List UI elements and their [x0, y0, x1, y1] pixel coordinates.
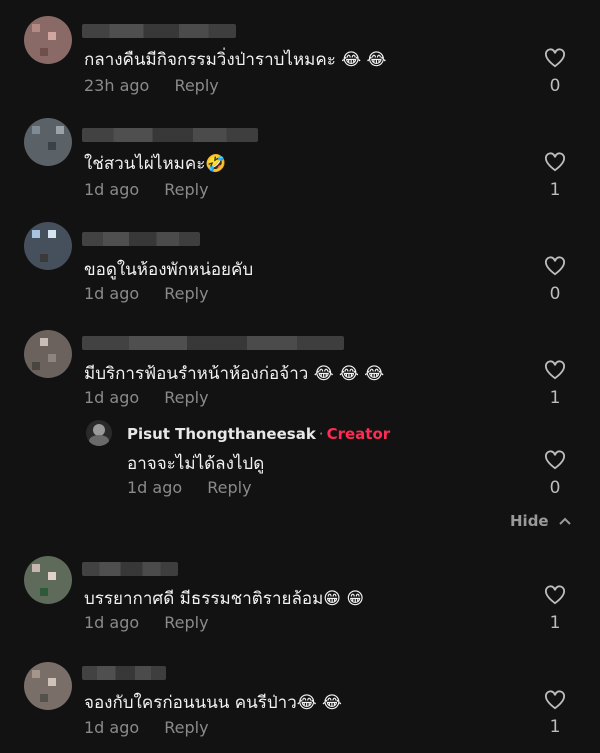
comment-text: ใช่สวนไผ่ไหมคะ🤣 — [84, 154, 227, 174]
reply-button[interactable]: Reply — [164, 613, 208, 632]
heart-outline-icon[interactable] — [544, 48, 566, 68]
avatar[interactable] — [24, 330, 72, 378]
like-count: 1 — [549, 180, 561, 200]
reply-text: อาจจะไม่ได้ลงไปดู — [127, 454, 265, 474]
heart-outline-icon[interactable] — [544, 450, 566, 470]
comment-timestamp: 1d ago — [84, 180, 140, 199]
comment-timestamp: 23h ago — [84, 76, 150, 95]
username-blurred[interactable] — [82, 24, 236, 38]
comment-text: กลางคืนมีกิจกรรมวิ่งป่าราบไหมคะ 😂 😂 — [84, 50, 387, 70]
comment-meta: 1d ago Reply — [84, 388, 209, 407]
username-blurred[interactable] — [82, 562, 178, 576]
reply-button[interactable]: Reply — [207, 478, 251, 497]
avatar[interactable] — [24, 662, 72, 710]
comment-text: ขอดูในห้องพักหน่อยคับ — [84, 260, 254, 280]
heart-outline-icon[interactable] — [544, 690, 566, 710]
like-count: 1 — [549, 717, 561, 737]
comment-meta: 1d ago Reply — [84, 284, 209, 303]
comment-timestamp: 1d ago — [84, 388, 140, 407]
hide-label: Hide — [510, 512, 549, 530]
like-count: 1 — [549, 613, 561, 633]
avatar[interactable] — [24, 556, 72, 604]
like-count: 0 — [549, 478, 561, 498]
reply-meta: 1d ago Reply — [127, 478, 252, 497]
avatar[interactable] — [24, 118, 72, 166]
reply-button[interactable]: Reply — [164, 388, 208, 407]
comment-timestamp: 1d ago — [84, 613, 140, 632]
separator-dot: · — [318, 425, 324, 443]
username-blurred[interactable] — [82, 336, 344, 350]
avatar[interactable] — [24, 222, 72, 270]
like-count: 0 — [549, 284, 561, 304]
reply-button[interactable]: Reply — [164, 284, 208, 303]
heart-outline-icon[interactable] — [544, 256, 566, 276]
comment-meta: 1d ago Reply — [84, 718, 209, 737]
avatar[interactable] — [24, 16, 72, 64]
username-blurred[interactable] — [82, 128, 258, 142]
username-blurred[interactable] — [82, 232, 200, 246]
creator-badge: Creator — [326, 425, 391, 443]
heart-outline-icon[interactable] — [544, 360, 566, 380]
heart-outline-icon[interactable] — [544, 152, 566, 172]
comment-timestamp: 1d ago — [84, 718, 140, 737]
like-count: 1 — [549, 388, 561, 408]
creator-avatar[interactable] — [86, 420, 112, 446]
heart-outline-icon[interactable] — [544, 585, 566, 605]
comment-text: มีบริการฟ้อนรำหน้าห้องก่อจ้าว 😂 😂 😂 — [84, 364, 385, 384]
comment-text: บรรยากาศดี มีธรรมชาติรายล้อม😁 😁 — [84, 589, 365, 609]
username-blurred[interactable] — [82, 666, 166, 680]
comment-timestamp: 1d ago — [84, 284, 140, 303]
chevron-up-icon — [559, 517, 571, 525]
reply-timestamp: 1d ago — [127, 478, 183, 497]
like-count: 0 — [549, 76, 561, 96]
creator-name-line: Pisut Thongthaneesak · Creator — [127, 425, 390, 443]
reply-button[interactable]: Reply — [174, 76, 218, 95]
reply-button[interactable]: Reply — [164, 718, 208, 737]
creator-name[interactable]: Pisut Thongthaneesak — [127, 425, 316, 443]
comment-text: จองกับใครก่อนนนน คนรีป่าว😂 😂 — [84, 693, 342, 713]
comment-meta: 1d ago Reply — [84, 180, 209, 199]
reply-button[interactable]: Reply — [164, 180, 208, 199]
comment-meta: 23h ago Reply — [84, 76, 219, 95]
comment-meta: 1d ago Reply — [84, 613, 209, 632]
hide-replies-button[interactable]: Hide — [510, 512, 572, 530]
